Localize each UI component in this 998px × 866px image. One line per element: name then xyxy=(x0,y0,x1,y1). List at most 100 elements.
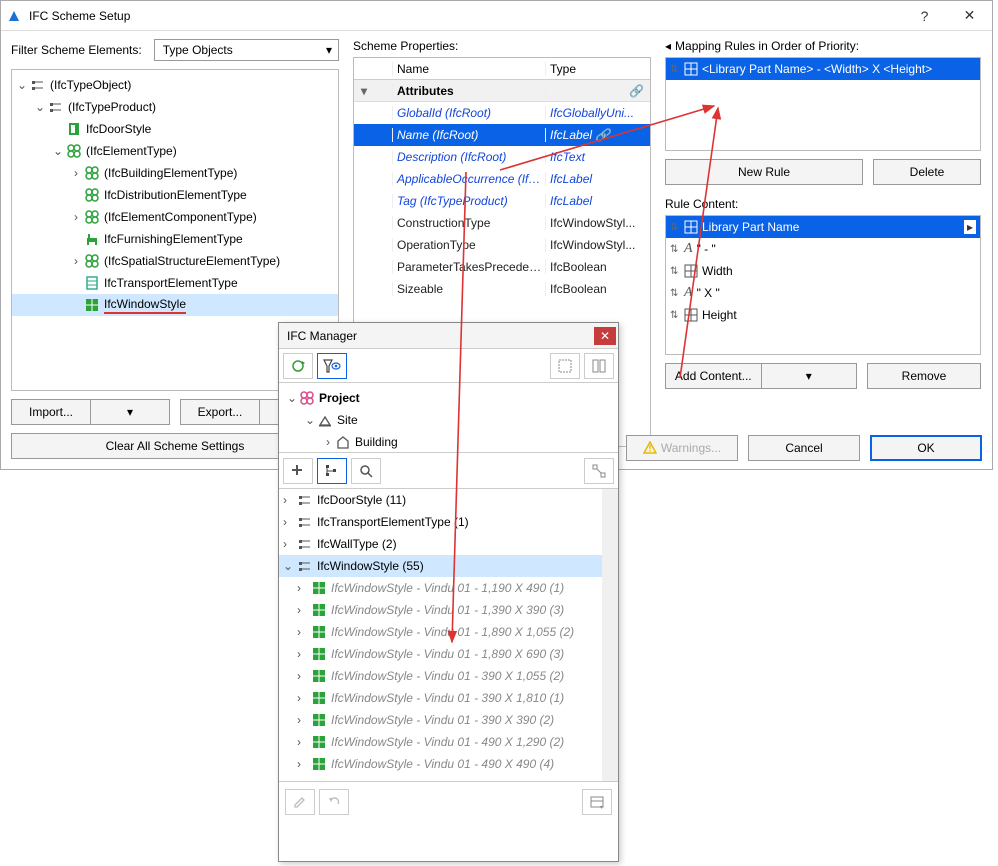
project-tree[interactable]: ⌄Project⌄Site›Building xyxy=(279,383,618,453)
tree-mode-button[interactable] xyxy=(317,458,347,484)
tree-caret-icon[interactable]: › xyxy=(70,166,82,180)
group-attributes[interactable]: ▾ Attributes 🔗 xyxy=(354,80,650,102)
tree-caret-icon[interactable]: › xyxy=(297,669,311,683)
edit-button[interactable] xyxy=(285,789,315,815)
property-row[interactable]: Name (IfcRoot)IfcLabel 🔗 xyxy=(354,124,650,146)
rule-content-item[interactable]: ⇅Library Part Name▸ xyxy=(666,216,980,238)
close-button[interactable]: ✕ xyxy=(947,1,992,30)
ifc-type-instance[interactable]: ›IfcWindowStyle - Vindu 01 - 1,390 X 390… xyxy=(279,599,618,621)
tree-caret-icon[interactable]: ⌄ xyxy=(34,100,46,114)
scrollbar[interactable] xyxy=(602,489,618,781)
export-button[interactable]: Export... xyxy=(180,399,260,425)
cancel-button[interactable]: Cancel xyxy=(748,435,860,461)
rule-content-list[interactable]: ⇅Library Part Name▸⇅A" - "⇅Width⇅A" X "⇅… xyxy=(665,215,981,355)
ifc-type-instance[interactable]: ›IfcWindowStyle - Vindu 01 - 390 X 390 (… xyxy=(279,709,618,731)
ifc-type-category[interactable]: ›IfcTransportElementType (1) xyxy=(279,511,618,533)
project-tree-item[interactable]: ›Building xyxy=(285,431,612,453)
import-menu-arrow[interactable]: ▾ xyxy=(91,399,170,425)
import-button[interactable]: Import... xyxy=(11,399,91,425)
refresh-button[interactable] xyxy=(283,353,313,379)
tree-caret-icon[interactable]: › xyxy=(283,537,297,551)
property-row[interactable]: OperationTypeIfcWindowStyl... xyxy=(354,234,650,256)
expand-mode-button[interactable] xyxy=(584,458,614,484)
ifc-type-instance[interactable]: ›IfcWindowStyle - Vindu 01 - 1,890 X 690… xyxy=(279,643,618,665)
remove-content-button[interactable]: Remove xyxy=(867,363,981,389)
property-row[interactable]: ApplicableOccurrence (IfcType...IfcLabel xyxy=(354,168,650,190)
new-rule-button[interactable]: New Rule xyxy=(665,159,863,185)
tree-caret-icon[interactable]: › xyxy=(297,625,311,639)
project-tree-item[interactable]: ⌄Site xyxy=(285,409,612,431)
tree-caret-icon[interactable]: › xyxy=(70,254,82,268)
ifc-type-instance[interactable]: ›IfcWindowStyle - Vindu 01 - 490 X 1,290… xyxy=(279,731,618,753)
rule-content-item[interactable]: ⇅A" X " xyxy=(666,282,980,304)
rule-content-item[interactable]: ⇅Width xyxy=(666,260,980,282)
tree-caret-icon[interactable]: › xyxy=(297,647,311,661)
add-node-button[interactable] xyxy=(283,458,313,484)
ifc-manager-close-button[interactable]: ✕ xyxy=(594,327,616,345)
tree-caret-icon[interactable]: ⌄ xyxy=(303,413,317,427)
property-row[interactable]: GlobalId (IfcRoot)IfcGloballyUni... xyxy=(354,102,650,124)
add-content-menu-arrow[interactable]: ▾ xyxy=(762,363,858,389)
tree-item[interactable]: IfcFurnishingElementType xyxy=(12,228,338,250)
filter-combo[interactable]: Type Objects ▾ xyxy=(154,39,339,61)
tree-caret-icon[interactable]: › xyxy=(297,735,311,749)
property-row[interactable]: ConstructionTypeIfcWindowStyl... xyxy=(354,212,650,234)
tree-caret-icon[interactable]: › xyxy=(70,210,82,224)
tree-item[interactable]: IfcDoorStyle xyxy=(12,118,338,140)
tree-caret-icon[interactable]: › xyxy=(297,713,311,727)
property-row[interactable]: Tag (IfcTypeProduct)IfcLabel xyxy=(354,190,650,212)
tree-caret-icon[interactable]: ⌄ xyxy=(52,144,64,158)
mapping-rule-item[interactable]: ⇅<Library Part Name> - <Width> X <Height… xyxy=(666,58,980,80)
tree-item[interactable]: IfcWindowStyle xyxy=(12,294,338,316)
tree-caret-icon[interactable]: ⌄ xyxy=(16,78,28,92)
tree-item[interactable]: IfcTransportElementType xyxy=(12,272,338,294)
delete-rule-button[interactable]: Delete xyxy=(873,159,981,185)
toolbar-scope-button[interactable] xyxy=(550,353,580,379)
rule-content-item[interactable]: ⇅A" - " xyxy=(666,238,980,260)
toolbar-layout-button[interactable] xyxy=(584,353,614,379)
tree-item[interactable]: ›(IfcBuildingElementType) xyxy=(12,162,338,184)
property-row[interactable]: SizeableIfcBoolean xyxy=(354,278,650,300)
property-row[interactable]: Description (IfcRoot)IfcText xyxy=(354,146,650,168)
tree-caret-icon[interactable]: › xyxy=(297,603,311,617)
reorder-handle-icon[interactable]: ⇅ xyxy=(670,244,680,255)
reorder-handle-icon[interactable]: ⇅ xyxy=(670,222,680,233)
tree-caret-icon[interactable]: ⌄ xyxy=(285,391,299,405)
reorder-handle-icon[interactable]: ⇅ xyxy=(670,266,680,277)
search-button[interactable] xyxy=(351,458,381,484)
tree-item[interactable]: ⌄(IfcTypeObject) xyxy=(12,74,338,96)
panel-options-button[interactable] xyxy=(582,789,612,815)
tree-item[interactable]: ⌄(IfcElementType) xyxy=(12,140,338,162)
reorder-handle-icon[interactable]: ⇅ xyxy=(670,288,680,299)
mapping-collapse-icon[interactable]: ◂ xyxy=(665,39,671,53)
rule-content-item[interactable]: ⇅Height xyxy=(666,304,980,326)
reorder-handle-icon[interactable]: ⇅ xyxy=(670,64,680,75)
ifc-type-instance[interactable]: ›IfcWindowStyle - Vindu 01 - 1,890 X 1,0… xyxy=(279,621,618,643)
help-button[interactable]: ? xyxy=(902,1,947,30)
tree-caret-icon[interactable]: › xyxy=(297,757,311,771)
tree-caret-icon[interactable]: › xyxy=(283,493,297,507)
ifc-manager-titlebar[interactable]: IFC Manager ✕ xyxy=(279,323,618,349)
tree-item[interactable]: ›(IfcElementComponentType) xyxy=(12,206,338,228)
property-row[interactable]: ParameterTakesPrecedenceIfcBoolean xyxy=(354,256,650,278)
ifc-type-category[interactable]: ›IfcDoorStyle (11) xyxy=(279,489,618,511)
ok-button[interactable]: OK xyxy=(870,435,982,461)
ifc-type-category[interactable]: ›IfcWallType (2) xyxy=(279,533,618,555)
tree-caret-icon[interactable]: › xyxy=(321,435,335,449)
project-tree-item[interactable]: ⌄Project xyxy=(285,387,612,409)
filter-view-button[interactable] xyxy=(317,353,347,379)
tree-item[interactable]: ⌄(IfcTypeProduct) xyxy=(12,96,338,118)
warnings-button[interactable]: Warnings... xyxy=(626,435,738,461)
tree-caret-icon[interactable]: › xyxy=(283,515,297,529)
ifc-type-instance[interactable]: ›IfcWindowStyle - Vindu 01 - 390 X 1,810… xyxy=(279,687,618,709)
tree-caret-icon[interactable]: ⌄ xyxy=(283,559,297,573)
tree-item[interactable]: IfcDistributionElementType xyxy=(12,184,338,206)
item-menu-icon[interactable]: ▸ xyxy=(964,220,976,234)
tree-item[interactable]: ›(IfcSpatialStructureElementType) xyxy=(12,250,338,272)
ifc-type-instance[interactable]: ›IfcWindowStyle - Vindu 01 - 390 X 1,055… xyxy=(279,665,618,687)
ifc-type-list[interactable]: ›IfcDoorStyle (11)›IfcTransportElementTy… xyxy=(279,489,618,781)
reorder-handle-icon[interactable]: ⇅ xyxy=(670,310,680,321)
tree-caret-icon[interactable]: › xyxy=(297,691,311,705)
ifc-type-instance[interactable]: ›IfcWindowStyle - Vindu 01 - 490 X 490 (… xyxy=(279,753,618,775)
add-content-button[interactable]: Add Content... xyxy=(665,363,762,389)
